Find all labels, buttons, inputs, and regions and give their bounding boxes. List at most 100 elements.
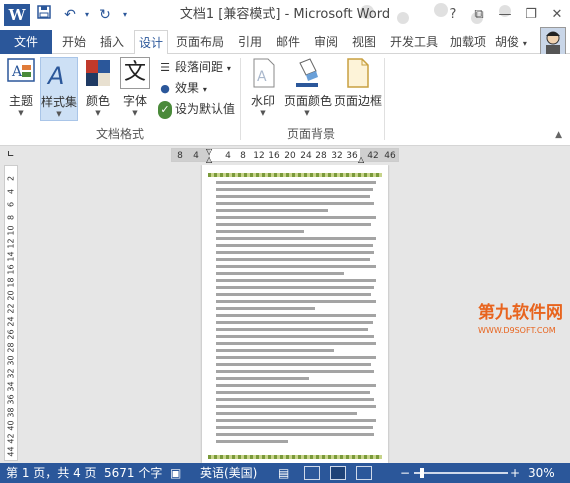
collapse-ribbon-icon[interactable]: ▲	[555, 130, 562, 140]
ruler-tick-label: 8	[6, 214, 16, 221]
tab-developer[interactable]: 开发工具	[386, 30, 442, 54]
fonts-button[interactable]: 文 字体 ▼	[118, 57, 152, 117]
style-set-button[interactable]: A 样式集 ▼	[40, 57, 78, 121]
document-page[interactable]	[202, 165, 388, 463]
tab-references[interactable]: 引用	[234, 30, 266, 54]
read-mode-view-button[interactable]	[304, 466, 320, 480]
tab-home[interactable]: 开始	[58, 30, 90, 54]
user-account-name[interactable]: 胡俊 ▾	[495, 30, 527, 54]
watermark-label: 水印	[250, 94, 275, 108]
greeked-text-line	[216, 251, 375, 254]
quick-access-toolbar: W ↶ ▾ ↻ ▾	[0, 0, 132, 30]
page-color-button[interactable]: 页面颜色 ▼	[284, 57, 333, 117]
zoom-in-button[interactable]: +	[510, 463, 520, 483]
ruler-tick-label: 12	[253, 151, 265, 161]
user-name-label: 胡俊	[495, 35, 520, 49]
effects-button[interactable]: ● 效果 ▾	[158, 79, 207, 97]
greeked-text-line	[216, 188, 373, 191]
svg-text:A: A	[257, 69, 267, 85]
ribbon-design: A 主题 ▼ A 样式集 ▼ 颜色 ▼ 文 字体 ▼ ☰ 段落间距 ▾ ● 效果 ▾…	[0, 54, 570, 146]
zoom-out-button[interactable]: −	[400, 463, 410, 483]
avatar[interactable]	[540, 27, 566, 55]
paragraph-spacing-button[interactable]: ☰ 段落间距 ▾	[158, 58, 231, 76]
set-as-default-button[interactable]: ✓ 设为默认值	[158, 100, 235, 119]
greeked-text-line	[216, 356, 376, 359]
svg-text:A: A	[11, 64, 23, 80]
tab-review[interactable]: 审阅	[310, 30, 342, 54]
svg-text:A: A	[46, 62, 64, 90]
greeked-text-line	[216, 244, 373, 247]
zoom-level[interactable]: 30%	[528, 463, 555, 483]
right-indent-marker[interactable]: △	[358, 155, 364, 164]
greeked-text-line	[216, 384, 376, 387]
ruler-tick-label: 44	[6, 446, 16, 457]
chevron-down-icon: ▼	[260, 109, 266, 117]
page-borders-icon	[347, 58, 369, 88]
ruler-tick-label: 42	[6, 433, 16, 444]
colors-button[interactable]: 颜色 ▼	[82, 57, 114, 117]
hanging-indent-marker[interactable]: △	[206, 155, 212, 164]
greeked-text-line	[216, 209, 328, 212]
greeked-text-line	[216, 223, 372, 226]
undo-dropdown-icon[interactable]: ▾	[82, 4, 92, 26]
themes-button[interactable]: A 主题 ▼	[4, 57, 38, 117]
page-color-label: 页面颜色	[284, 94, 333, 108]
tab-file[interactable]: 文件	[0, 30, 52, 54]
watermark-button[interactable]: A 水印 ▼	[246, 57, 280, 117]
zoom-slider[interactable]	[414, 472, 508, 474]
word-logo-icon[interactable]: W	[4, 4, 30, 26]
tab-mailings[interactable]: 邮件	[272, 30, 304, 54]
ruler-tick-label: 20	[284, 151, 296, 161]
proofing-icon[interactable]: ▣	[170, 463, 181, 483]
tab-selector[interactable]: ∟	[0, 147, 22, 163]
greeked-text-line	[216, 370, 375, 373]
page-borders-button[interactable]: 页面边框	[334, 57, 383, 109]
ruler-tick-label: 28	[315, 151, 327, 161]
tab-view[interactable]: 视图	[348, 30, 380, 54]
ruler-tick-label: 24	[6, 316, 16, 327]
group-separator	[240, 58, 241, 140]
greeked-text-line	[216, 398, 375, 401]
tab-page-layout[interactable]: 页面布局	[172, 30, 228, 54]
ribbon-display-options-button[interactable]: ⧉	[466, 0, 492, 30]
macro-recording-icon[interactable]: ▤	[278, 463, 289, 483]
page-borders-label: 页面边框	[334, 94, 383, 108]
ruler-tick-label: 24	[300, 151, 312, 161]
greeked-text-line	[216, 202, 375, 205]
document-body-text[interactable]	[216, 181, 376, 451]
restore-button[interactable]: ❐	[518, 0, 544, 30]
themes-label: 主题	[8, 94, 33, 108]
effects-icon: ●	[160, 82, 170, 95]
chevron-down-icon: ▼	[132, 109, 138, 117]
paragraph-spacing-label: 段落间距	[175, 60, 224, 74]
close-button[interactable]: ✕	[544, 0, 570, 30]
greeked-text-line	[216, 328, 368, 331]
help-button[interactable]: ?	[440, 0, 466, 30]
redo-icon[interactable]: ↻	[92, 4, 118, 26]
checkmark-icon: ✓	[158, 101, 172, 119]
print-layout-view-button[interactable]	[330, 466, 346, 480]
web-layout-view-button[interactable]	[356, 466, 372, 480]
customize-qat-icon[interactable]: ▾	[118, 4, 132, 26]
greeked-text-line	[216, 237, 376, 240]
horizontal-ruler[interactable]: 8 4 4 8 12 16 20 24 28 32 36 42 46 ▽ △ △	[171, 147, 399, 164]
ruler-tick-label: 26	[6, 329, 16, 340]
tab-insert[interactable]: 插入	[96, 30, 128, 54]
zoom-slider-thumb[interactable]	[420, 468, 424, 478]
ruler-tick-label: 34	[6, 381, 16, 392]
page-count-status[interactable]: 第 1 页，共 4 页	[6, 463, 97, 483]
word-count-status[interactable]: 5671 个字	[104, 463, 162, 483]
ruler-tick-label: 16	[268, 151, 280, 161]
language-status[interactable]: 英语(美国)	[200, 463, 257, 483]
save-icon[interactable]	[30, 4, 58, 26]
tab-design[interactable]: 设计	[134, 30, 168, 55]
tab-addins[interactable]: 加载项	[446, 30, 490, 54]
minimize-button[interactable]: —	[492, 0, 518, 30]
ruler-tick-label: 36	[6, 394, 16, 405]
greeked-text-line	[216, 363, 372, 366]
greeked-text-line	[216, 405, 376, 408]
page-border-top	[208, 173, 382, 177]
colors-label: 颜色	[85, 94, 110, 108]
vertical-ruler[interactable]: 2 4 6 8 10 12 14 16 18 20 22 24 26 28 30 32 34 36 38 40 42 44	[4, 165, 18, 461]
undo-icon[interactable]: ↶	[58, 4, 82, 26]
